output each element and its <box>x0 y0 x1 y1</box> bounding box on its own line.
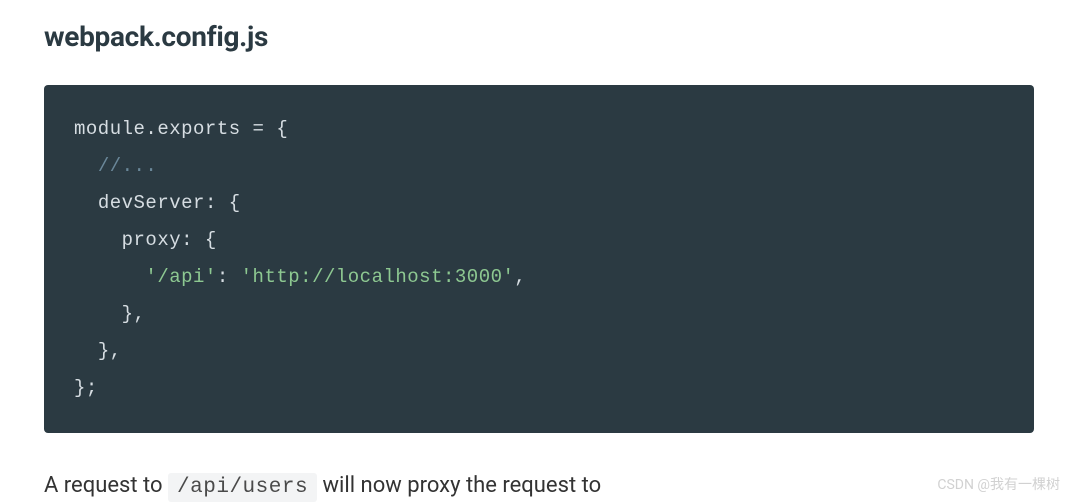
description-paragraph: A request to /api/users will now proxy t… <box>44 469 1034 504</box>
code-token: module <box>74 118 145 140</box>
code-token <box>74 340 98 362</box>
code-token <box>74 192 98 214</box>
code-token: . <box>145 118 157 140</box>
code-token: } <box>74 377 86 399</box>
inline-code: /api/users <box>168 473 317 502</box>
code-token <box>74 229 122 251</box>
code-token: : <box>181 229 193 251</box>
code-token: exports <box>157 118 240 140</box>
code-token: } <box>98 340 110 362</box>
code-token: , <box>514 266 526 288</box>
code-block[interactable]: module.exports = { //... devServer: { pr… <box>44 85 1034 433</box>
watermark: CSDN @我有一棵树 <box>937 474 1060 494</box>
document-content: webpack.config.js module.exports = { //.… <box>0 0 1078 504</box>
code-token: : <box>217 266 229 288</box>
code-token: 'http://localhost:3000' <box>229 266 515 288</box>
code-token: = <box>241 118 277 140</box>
text-fragment: will now proxy the request to <box>317 473 601 498</box>
code-token: , <box>134 303 146 325</box>
code-token: //... <box>98 155 158 177</box>
code-token: { <box>276 118 288 140</box>
code-token: { <box>217 192 241 214</box>
code-token: proxy <box>122 229 182 251</box>
code-token <box>74 266 145 288</box>
heading-filename: webpack.config.js <box>44 20 1034 53</box>
code-token: devServer <box>98 192 205 214</box>
text-fragment: A request to <box>44 473 168 498</box>
code-token <box>74 155 98 177</box>
code-token: : <box>205 192 217 214</box>
code-token: } <box>122 303 134 325</box>
code-token <box>74 303 122 325</box>
code-token: ; <box>86 377 98 399</box>
code-token: { <box>193 229 217 251</box>
code-token: , <box>110 340 122 362</box>
code-token: '/api' <box>145 266 216 288</box>
